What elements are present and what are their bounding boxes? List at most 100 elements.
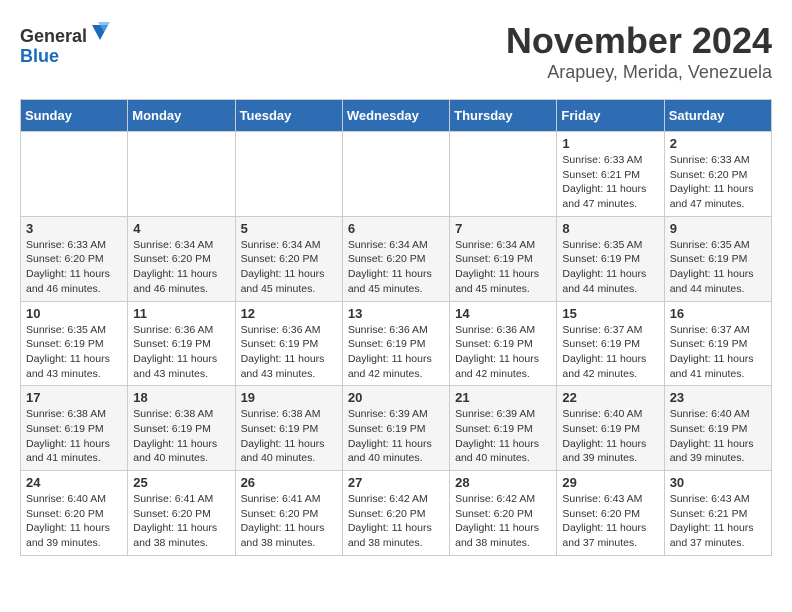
calendar-cell: 14Sunrise: 6:36 AMSunset: 6:19 PMDayligh… [450,301,557,386]
calendar-cell: 23 Sunrise: 6:40 AMSunset: 6:19 PMDayligh… [664,386,771,471]
day-number: 23 [670,390,766,405]
day-info: Sunrise: 6:34 AMSunset: 6:20 PMDaylight:… [133,238,229,297]
day-number: 30 [670,475,766,490]
calendar-cell: 4 Sunrise: 6:34 AMSunset: 6:20 PMDaylight… [128,216,235,301]
svg-text:General: General [20,26,87,46]
day-number: 16 [670,306,766,321]
day-info: Sunrise: 6:35 AMSunset: 6:19 PMDaylight:… [670,238,766,297]
month-title: November 2024 [506,20,772,62]
day-number: 18 [133,390,229,405]
day-number: 19 [241,390,337,405]
day-info: Sunrise: 6:40 AMSunset: 6:19 PMDaylight:… [562,407,658,466]
calendar-cell: 27 Sunrise: 6:42 AMSunset: 6:20 PMDayligh… [342,471,449,556]
day-number: 13 [348,306,444,321]
day-info: Sunrise: 6:33 AMSunset: 6:20 PMDaylight:… [26,238,122,297]
calendar-week-row: 24 Sunrise: 6:40 AMSunset: 6:20 PMDayligh… [21,471,772,556]
day-number: 1 [562,136,658,151]
day-info: Sunrise: 6:35 AMSunset: 6:19 PMDaylight:… [26,323,122,382]
calendar-cell: 20Sunrise: 6:39 AMSunset: 6:19 PMDayligh… [342,386,449,471]
weekday-header: Friday [557,100,664,132]
title-area: November 2024 Arapuey, Merida, Venezuela [506,20,772,83]
day-info: Sunrise: 6:38 AMSunset: 6:19 PMDaylight:… [241,407,337,466]
logo-icon: General Blue [20,20,110,70]
calendar-header-row: SundayMondayTuesdayWednesdayThursdayFrid… [21,100,772,132]
calendar-week-row: 10 Sunrise: 6:35 AMSunset: 6:19 PMDayligh… [21,301,772,386]
day-number: 17 [26,390,122,405]
day-info: Sunrise: 6:36 AMSunset: 6:19 PMDaylight:… [133,323,229,382]
day-info: Sunrise: 6:37 AMSunset: 6:19 PMDaylight:… [670,323,766,382]
day-info: Sunrise: 6:40 AMSunset: 6:20 PMDaylight:… [26,492,122,551]
calendar-cell: 1 Sunrise: 6:33 AMSunset: 6:21 PMDaylight… [557,132,664,217]
calendar: SundayMondayTuesdayWednesdayThursdayFrid… [20,99,772,556]
calendar-week-row: 1 Sunrise: 6:33 AMSunset: 6:21 PMDaylight… [21,132,772,217]
calendar-cell: 17 Sunrise: 6:38 AMSunset: 6:19 PMDayligh… [21,386,128,471]
calendar-cell: 10 Sunrise: 6:35 AMSunset: 6:19 PMDayligh… [21,301,128,386]
calendar-cell: 15Sunrise: 6:37 AMSunset: 6:19 PMDayligh… [557,301,664,386]
svg-text:Blue: Blue [20,46,59,66]
day-number: 20 [348,390,444,405]
weekday-header: Thursday [450,100,557,132]
day-number: 3 [26,221,122,236]
calendar-week-row: 17 Sunrise: 6:38 AMSunset: 6:19 PMDayligh… [21,386,772,471]
calendar-cell [450,132,557,217]
calendar-cell: 19 Sunrise: 6:38 AMSunset: 6:19 PMDayligh… [235,386,342,471]
calendar-cell [235,132,342,217]
day-number: 9 [670,221,766,236]
day-number: 24 [26,475,122,490]
day-info: Sunrise: 6:36 AMSunset: 6:19 PMDaylight:… [348,323,444,382]
calendar-cell: 24 Sunrise: 6:40 AMSunset: 6:20 PMDayligh… [21,471,128,556]
calendar-cell: 18Sunrise: 6:38 AMSunset: 6:19 PMDayligh… [128,386,235,471]
calendar-cell: 29Sunrise: 6:43 AMSunset: 6:20 PMDayligh… [557,471,664,556]
day-number: 7 [455,221,551,236]
calendar-cell: 9 Sunrise: 6:35 AMSunset: 6:19 PMDaylight… [664,216,771,301]
calendar-cell: 25 Sunrise: 6:41 AMSunset: 6:20 PMDayligh… [128,471,235,556]
calendar-cell: 28 Sunrise: 6:42 AMSunset: 6:20 PMDayligh… [450,471,557,556]
day-info: Sunrise: 6:41 AMSunset: 6:20 PMDaylight:… [133,492,229,551]
day-info: Sunrise: 6:36 AMSunset: 6:19 PMDaylight:… [241,323,337,382]
day-number: 25 [133,475,229,490]
calendar-week-row: 3 Sunrise: 6:33 AMSunset: 6:20 PMDaylight… [21,216,772,301]
calendar-cell: 5 Sunrise: 6:34 AMSunset: 6:20 PMDaylight… [235,216,342,301]
day-info: Sunrise: 6:34 AMSunset: 6:19 PMDaylight:… [455,238,551,297]
calendar-cell [342,132,449,217]
day-info: Sunrise: 6:41 AMSunset: 6:20 PMDaylight:… [241,492,337,551]
day-info: Sunrise: 6:40 AMSunset: 6:19 PMDaylight:… [670,407,766,466]
day-number: 10 [26,306,122,321]
day-info: Sunrise: 6:34 AMSunset: 6:20 PMDaylight:… [348,238,444,297]
day-info: Sunrise: 6:34 AMSunset: 6:20 PMDaylight:… [241,238,337,297]
day-number: 21 [455,390,551,405]
day-info: Sunrise: 6:42 AMSunset: 6:20 PMDaylight:… [348,492,444,551]
calendar-cell: 30Sunrise: 6:43 AMSunset: 6:21 PMDayligh… [664,471,771,556]
weekday-header: Saturday [664,100,771,132]
day-number: 5 [241,221,337,236]
calendar-cell: 13 Sunrise: 6:36 AMSunset: 6:19 PMDayligh… [342,301,449,386]
day-info: Sunrise: 6:38 AMSunset: 6:19 PMDaylight:… [26,407,122,466]
day-info: Sunrise: 6:43 AMSunset: 6:20 PMDaylight:… [562,492,658,551]
day-number: 22 [562,390,658,405]
calendar-cell [128,132,235,217]
calendar-cell: 22 Sunrise: 6:40 AMSunset: 6:19 PMDayligh… [557,386,664,471]
day-number: 15 [562,306,658,321]
day-number: 11 [133,306,229,321]
logo: General Blue [20,20,110,70]
header: General Blue November 2024 Arapuey, Meri… [20,20,772,83]
day-number: 27 [348,475,444,490]
calendar-cell: 11 Sunrise: 6:36 AMSunset: 6:19 PMDayligh… [128,301,235,386]
day-info: Sunrise: 6:42 AMSunset: 6:20 PMDaylight:… [455,492,551,551]
day-number: 28 [455,475,551,490]
calendar-cell: 3 Sunrise: 6:33 AMSunset: 6:20 PMDaylight… [21,216,128,301]
weekday-header: Wednesday [342,100,449,132]
weekday-header: Sunday [21,100,128,132]
day-number: 2 [670,136,766,151]
day-number: 6 [348,221,444,236]
calendar-cell: 26 Sunrise: 6:41 AMSunset: 6:20 PMDayligh… [235,471,342,556]
weekday-header: Monday [128,100,235,132]
calendar-cell: 6 Sunrise: 6:34 AMSunset: 6:20 PMDaylight… [342,216,449,301]
day-info: Sunrise: 6:33 AMSunset: 6:21 PMDaylight:… [562,153,658,212]
day-info: Sunrise: 6:39 AMSunset: 6:19 PMDaylight:… [455,407,551,466]
day-number: 8 [562,221,658,236]
calendar-cell: 2Sunrise: 6:33 AMSunset: 6:20 PMDaylight… [664,132,771,217]
day-info: Sunrise: 6:36 AMSunset: 6:19 PMDaylight:… [455,323,551,382]
day-number: 26 [241,475,337,490]
day-number: 4 [133,221,229,236]
